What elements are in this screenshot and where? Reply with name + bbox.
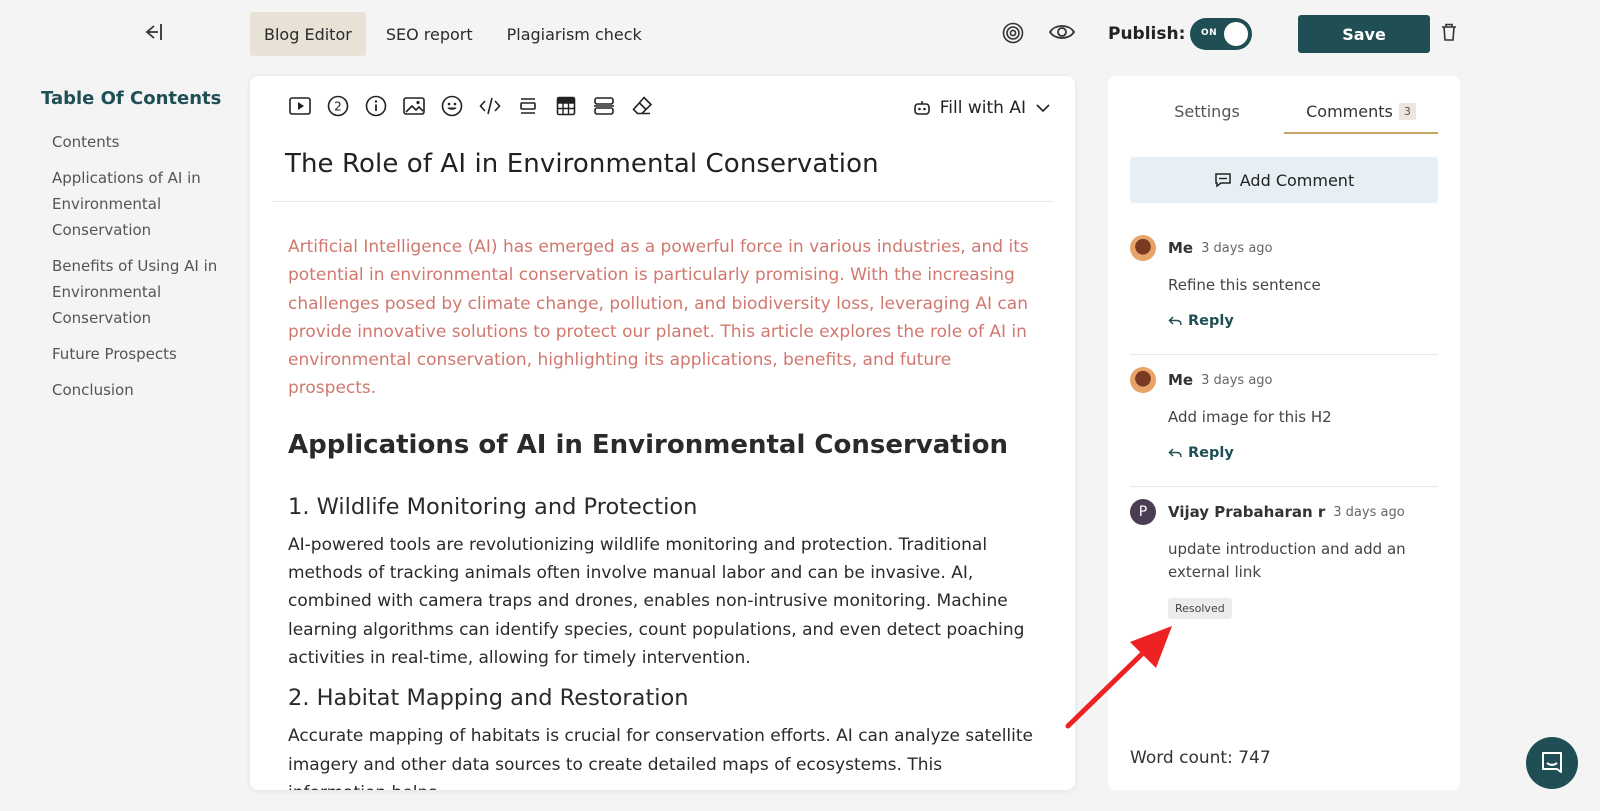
subheading-habitat: 2. Habitat Mapping and Restoration bbox=[288, 685, 689, 712]
comment-text: update introduction and add an external … bbox=[1168, 540, 1406, 581]
resolved-badge: Resolved bbox=[1168, 598, 1232, 619]
reply-icon bbox=[1168, 448, 1182, 458]
comment-text: Add image for this H2 bbox=[1168, 408, 1332, 426]
number-icon[interactable]: 2 bbox=[326, 94, 350, 118]
target-button[interactable] bbox=[1001, 21, 1025, 45]
chat-support-button[interactable] bbox=[1526, 737, 1578, 789]
editor-content[interactable]: Artificial Intelligence (AI) has emerged… bbox=[288, 233, 1038, 790]
paragraph-habitat: Accurate mapping of habitats is crucial … bbox=[288, 726, 1034, 790]
comment-author: Me bbox=[1168, 239, 1194, 257]
eraser-icon[interactable] bbox=[630, 94, 654, 118]
toc-title: Table Of Contents bbox=[41, 88, 222, 109]
tab-comments[interactable]: Comments 3 bbox=[1284, 98, 1438, 134]
comment-item: P Vijay Prabaharan r 3 days ago update i… bbox=[1130, 498, 1438, 619]
fill-with-ai-button[interactable]: Fill with AI bbox=[913, 98, 1051, 118]
image-icon[interactable] bbox=[402, 94, 426, 118]
comment-icon bbox=[1215, 173, 1231, 188]
fill-with-ai-label: Fill with AI bbox=[939, 98, 1026, 118]
avatar bbox=[1130, 235, 1156, 261]
editor-tabs: Blog Editor SEO report Plagiarism check bbox=[250, 12, 656, 56]
comment-author: Me bbox=[1168, 371, 1194, 389]
section-heading-h2: Applications of AI in Environmental Cons… bbox=[288, 429, 1009, 460]
title-divider bbox=[273, 201, 1053, 202]
toc-item-future-prospects[interactable]: Future Prospects bbox=[41, 341, 231, 367]
publish-label: Publish: bbox=[1108, 24, 1186, 44]
divider-icon[interactable] bbox=[516, 94, 540, 118]
comment-text: Refine this sentence bbox=[1168, 276, 1321, 294]
intro-paragraph: Artificial Intelligence (AI) has emerged… bbox=[288, 237, 1029, 399]
chat-icon bbox=[1542, 752, 1562, 773]
toggle-knob bbox=[1224, 22, 1248, 46]
reply-label: Reply bbox=[1188, 445, 1234, 461]
save-button[interactable]: Save bbox=[1298, 15, 1430, 53]
comment-count-badge: 3 bbox=[1398, 103, 1416, 120]
comment-time: 3 days ago bbox=[1201, 372, 1273, 388]
comment-divider bbox=[1130, 354, 1438, 355]
tab-settings[interactable]: Settings bbox=[1130, 98, 1284, 134]
toc-item-applications[interactable]: Applications of AI in Environmental Cons… bbox=[41, 165, 231, 243]
tab-comments-label: Comments bbox=[1306, 102, 1393, 121]
table-of-contents: Table Of Contents Contents Applications … bbox=[41, 88, 231, 413]
paragraph-wildlife: AI-powered tools are revolutionizing wil… bbox=[288, 534, 1025, 668]
preview-button[interactable] bbox=[1047, 19, 1077, 45]
avatar bbox=[1130, 367, 1156, 393]
tab-blog-editor[interactable]: Blog Editor bbox=[250, 12, 366, 56]
comment-time: 3 days ago bbox=[1333, 504, 1405, 520]
svg-text:2: 2 bbox=[334, 100, 342, 114]
toc-item-contents[interactable]: Contents bbox=[41, 129, 231, 155]
video-icon[interactable] bbox=[288, 94, 312, 118]
comment-item: Me 3 days ago Refine this sentence Reply bbox=[1130, 234, 1438, 329]
add-comment-label: Add Comment bbox=[1239, 170, 1355, 190]
avatar: P bbox=[1130, 499, 1156, 525]
toc-item-benefits[interactable]: Benefits of Using AI in Environmental Co… bbox=[41, 253, 231, 331]
tab-seo-report[interactable]: SEO report bbox=[372, 12, 487, 56]
reply-label: Reply bbox=[1188, 313, 1234, 329]
subheading-wildlife: 1. Wildlife Monitoring and Protection bbox=[288, 493, 698, 520]
reply-button[interactable]: Reply bbox=[1168, 313, 1438, 329]
document-title[interactable]: The Role of AI in Environmental Conserva… bbox=[285, 149, 879, 179]
collapse-sidebar-button[interactable] bbox=[140, 20, 166, 44]
word-count: Word count: 747 bbox=[1130, 748, 1271, 768]
robot-icon bbox=[913, 101, 930, 115]
chevron-down-icon bbox=[1036, 104, 1050, 113]
editor-toolbar: 2 bbox=[288, 94, 654, 118]
toggle-state-label: ON bbox=[1201, 28, 1218, 38]
publish-toggle[interactable]: ON bbox=[1190, 18, 1252, 50]
target-icon bbox=[1002, 22, 1024, 44]
add-comment-button[interactable]: Add Comment bbox=[1130, 157, 1438, 203]
eye-icon bbox=[1048, 25, 1076, 39]
comment-item: Me 3 days ago Add image for this H2 Repl… bbox=[1130, 366, 1438, 461]
info-icon[interactable] bbox=[364, 94, 388, 118]
layout-icon[interactable] bbox=[592, 94, 616, 118]
side-panel: Settings Comments 3 Add Comment Me 3 days… bbox=[1108, 76, 1460, 790]
reply-icon bbox=[1168, 316, 1182, 326]
comment-divider bbox=[1130, 486, 1438, 487]
tab-plagiarism-check[interactable]: Plagiarism check bbox=[493, 12, 656, 56]
toc-item-conclusion[interactable]: Conclusion bbox=[41, 377, 231, 403]
table-icon[interactable] bbox=[554, 94, 578, 118]
code-icon[interactable] bbox=[478, 94, 502, 118]
comment-author: Vijay Prabaharan r bbox=[1168, 503, 1326, 521]
comment-time: 3 days ago bbox=[1201, 240, 1273, 256]
trash-icon bbox=[1442, 23, 1456, 41]
back-arrow-icon bbox=[145, 24, 162, 40]
emoji-icon[interactable] bbox=[440, 94, 464, 118]
delete-button[interactable] bbox=[1440, 22, 1458, 46]
editor-card: 2 Fill with AI The Role of AI in Environ… bbox=[250, 76, 1075, 790]
reply-button[interactable]: Reply bbox=[1168, 445, 1438, 461]
panel-tabs: Settings Comments 3 bbox=[1130, 98, 1438, 134]
